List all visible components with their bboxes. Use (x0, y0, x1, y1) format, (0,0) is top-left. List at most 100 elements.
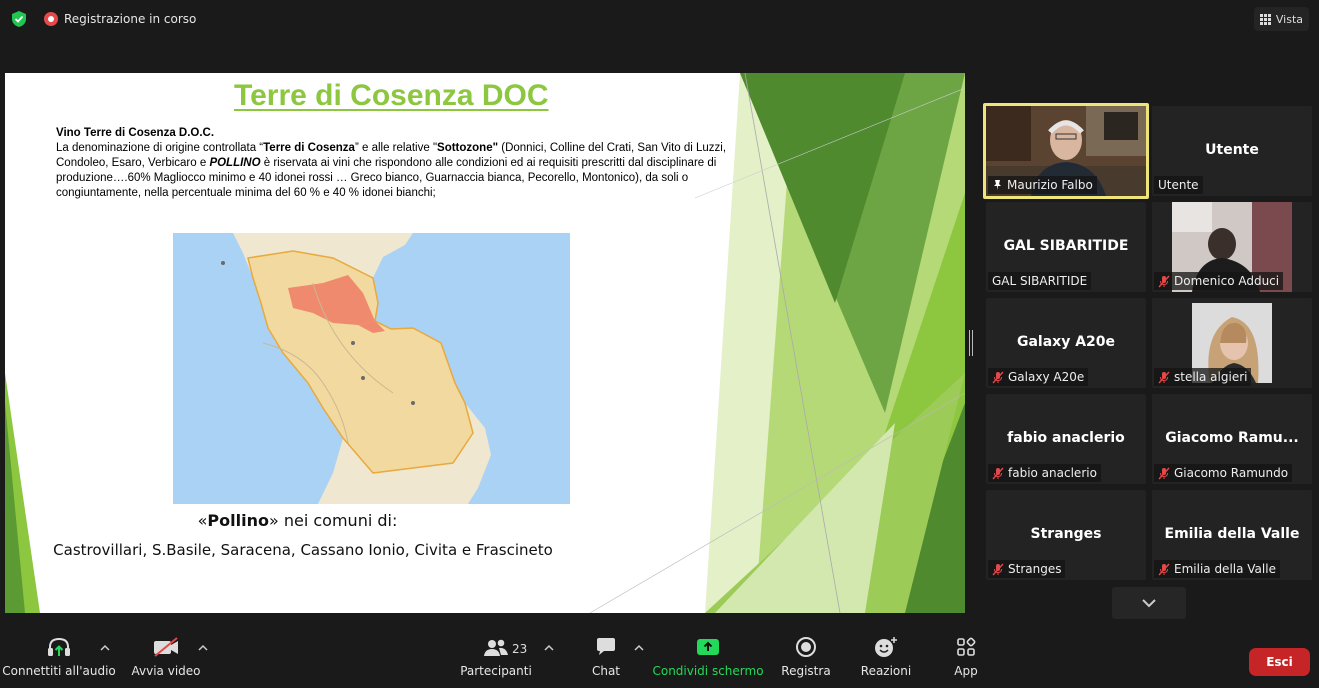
participants-label: Partecipanti (460, 664, 532, 678)
body-part-1: La denominazione di origine controllata … (56, 142, 264, 154)
participant-tile-stranges[interactable]: Stranges Stranges (986, 490, 1146, 580)
slide-body: Vino Terre di Cosenza D.O.C. La denomina… (56, 126, 756, 201)
view-label: Vista (1275, 12, 1303, 26)
participant-tile-utente[interactable]: Utente Utente (1152, 106, 1312, 196)
security-shield-icon[interactable] (11, 10, 27, 28)
apps-icon (957, 637, 976, 656)
chat-button[interactable]: Chat (584, 630, 628, 688)
participant-label: Maurizio Falbo (988, 176, 1097, 194)
map-image (173, 233, 491, 504)
mic-muted-icon (992, 467, 1004, 479)
recording-icon (44, 12, 58, 26)
body-bold-1: Terre di Cosenza (263, 142, 355, 154)
participants-button[interactable]: Partecipanti (458, 630, 534, 688)
chevron-down-icon (1142, 599, 1156, 608)
reactions-button[interactable]: Reazioni (858, 630, 914, 688)
leave-meeting-button[interactable]: Esci (1249, 648, 1310, 676)
participants-count: 23 (512, 642, 528, 656)
participant-name: stella algieri (1174, 370, 1248, 384)
body-bold-3: POLLINO (209, 157, 261, 169)
participant-name: fabio anaclerio (1008, 466, 1097, 480)
participant-tile-gal-sibaritide[interactable]: GAL SIBARITIDE GAL SIBARITIDE (986, 202, 1146, 292)
share-screen-button[interactable]: Condividi schermo (652, 630, 764, 688)
mic-muted-icon (992, 563, 1004, 575)
record-label: Registra (781, 664, 831, 678)
mic-muted-icon (992, 371, 1004, 383)
participant-tile-domenico-adduci[interactable]: Domenico Adduci (1152, 202, 1312, 292)
participants-options-caret-icon[interactable] (544, 644, 554, 652)
slide-title: Terre di Cosenza DOC (234, 79, 549, 112)
meeting-toolbar: Connettiti all'audio Avvia video Parteci… (0, 630, 1319, 688)
comuni-list: Castrovillari, S.Basile, Saracena, Cassa… (53, 541, 553, 559)
participant-display-name: Giacomo Ramu... (1165, 430, 1299, 446)
participant-label: GAL SIBARITIDE (988, 272, 1092, 290)
participant-tile-emilia-della-valle[interactable]: Emilia della Valle Emilia della Valle (1152, 490, 1312, 580)
participant-tile-galaxy-a20e[interactable]: Galaxy A20e Galaxy A20e (986, 298, 1146, 388)
video-off-icon (154, 637, 178, 657)
shared-screen: Terre di Cosenza DOC Vino Terre di Cosen… (5, 73, 965, 613)
calabria-map (173, 233, 570, 504)
mic-muted-icon (1158, 371, 1170, 383)
top-bar: Registrazione in corso Vista (0, 0, 1319, 38)
caption-rest: » nei comuni di: (268, 511, 398, 530)
headphones-icon (48, 637, 70, 656)
participant-label: Domenico Adduci (1154, 272, 1284, 290)
participant-tile-stella-algieri[interactable]: stella algieri (1152, 298, 1312, 388)
share-screen-icon (697, 639, 719, 655)
caption-bold: Pollino (207, 511, 269, 530)
chat-bubble-icon (597, 638, 615, 655)
mic-muted-icon (1158, 467, 1170, 479)
participant-label: Emilia della Valle (1154, 560, 1280, 578)
body-bold-2: Sottozone" (437, 142, 499, 154)
apps-label: App (954, 664, 978, 678)
record-button[interactable]: Registra (780, 630, 832, 688)
video-options-caret-icon[interactable] (198, 644, 208, 652)
participant-name: Maurizio Falbo (1007, 178, 1093, 192)
pollino-caption: «Pollino» nei comuni di: (5, 511, 590, 530)
gallery-next-page-button[interactable] (1112, 587, 1186, 619)
panel-resize-handle[interactable] (969, 330, 973, 356)
video-label: Avvia video (131, 664, 201, 678)
chat-options-caret-icon[interactable] (634, 644, 644, 652)
participant-display-name: GAL SIBARITIDE (1003, 238, 1129, 254)
audio-options-caret-icon[interactable] (100, 644, 110, 652)
reactions-smiley-icon (875, 637, 897, 657)
participant-label: Utente (1154, 176, 1203, 194)
participant-display-name: fabio anaclerio (1007, 430, 1125, 446)
participant-label: fabio anaclerio (988, 464, 1101, 482)
participant-tile-fabio-anaclerio[interactable]: fabio anaclerio fabio anaclerio (986, 394, 1146, 484)
slide-heading: Vino Terre di Cosenza D.O.C. (56, 127, 215, 139)
participants-icon (484, 639, 508, 656)
grid-icon (1259, 13, 1271, 25)
apps-button[interactable]: App (944, 630, 988, 688)
reactions-label: Reazioni (860, 664, 912, 678)
participant-name: GAL SIBARITIDE (992, 274, 1088, 288)
share-label: Condividi schermo (652, 664, 764, 678)
body-part-2: ” e alle relative " (354, 142, 438, 154)
participant-display-name: Emilia della Valle (1164, 526, 1300, 542)
participant-label: Giacomo Ramundo (1154, 464, 1293, 482)
participant-display-name: Utente (1205, 142, 1259, 158)
participant-name: Galaxy A20e (1008, 370, 1085, 384)
recording-status: Registrazione in corso (64, 12, 197, 26)
participant-display-name: Galaxy A20e (1016, 334, 1116, 350)
start-video-button[interactable]: Avvia video (130, 630, 202, 688)
participant-label: Galaxy A20e (988, 368, 1089, 386)
participant-name: Domenico Adduci (1174, 274, 1280, 288)
caption-open: « (197, 511, 208, 530)
join-audio-button[interactable]: Connettiti all'audio (2, 630, 116, 688)
participant-name: Stranges (1008, 562, 1062, 576)
participant-name: Emilia della Valle (1174, 562, 1276, 576)
mic-muted-icon (1158, 563, 1170, 575)
mic-muted-icon (1158, 275, 1170, 287)
chat-label: Chat (591, 664, 621, 678)
participant-tile-giacomo-ramundo[interactable]: Giacomo Ramu... Giacomo Ramundo (1152, 394, 1312, 484)
participant-label: Stranges (988, 560, 1066, 578)
participant-name: Giacomo Ramundo (1174, 466, 1289, 480)
pin-icon (994, 180, 1001, 190)
participant-display-name: Stranges (1030, 526, 1102, 542)
record-icon (796, 637, 816, 657)
participant-tile-maurizio-falbo[interactable]: Maurizio Falbo (983, 103, 1149, 199)
participant-label: stella algieri (1154, 368, 1252, 386)
view-button[interactable]: Vista (1253, 7, 1309, 31)
